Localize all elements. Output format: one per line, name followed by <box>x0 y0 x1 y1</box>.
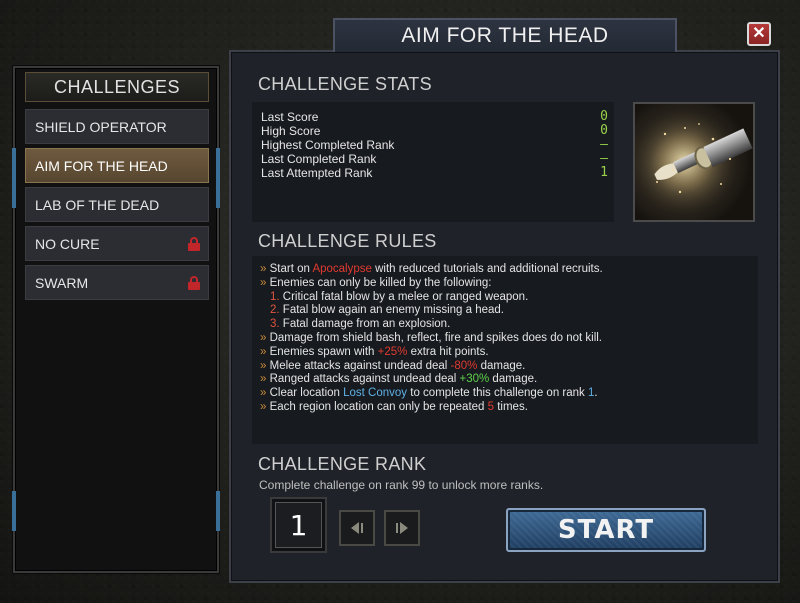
stat-label: Last Attempted Rank <box>261 166 373 180</box>
stat-value: – <box>600 151 608 166</box>
stat-row: Last Completed Rank – <box>261 151 608 167</box>
rank-display: 1 <box>270 497 327 553</box>
rule-subitem: 3. Fatal damage from an explosion. <box>270 318 451 331</box>
stat-label: Last Score <box>261 110 319 124</box>
stat-label: Last Completed Rank <box>261 152 377 166</box>
stat-value: – <box>600 137 608 152</box>
stat-row: High Score 0 <box>261 123 608 139</box>
stat-row: Last Score 0 <box>261 109 608 125</box>
rules-box: » Start on Apocalypse with reduced tutor… <box>252 256 758 444</box>
challenge-item-label: NO CURE <box>35 235 100 252</box>
stat-value: 0 <box>600 123 608 138</box>
stat-label: Highest Completed Rank <box>261 138 395 152</box>
challenge-item-label: SWARM <box>35 274 89 291</box>
rule-item: » Each region location can only be repea… <box>260 400 528 413</box>
challenge-list: SHIELD OPERATOR AIM FOR THE HEAD LAB OF … <box>25 109 209 304</box>
challenge-item-label: AIM FOR THE HEAD <box>35 157 168 174</box>
rule-item: » Start on Apocalypse with reduced tutor… <box>260 263 603 275</box>
rank-description: Complete challenge on rank 99 to unlock … <box>259 478 544 492</box>
rules-title: CHALLENGE RULES <box>258 231 437 251</box>
window-title: AIM FOR THE HEAD <box>333 18 677 52</box>
challenge-item-label: LAB OF THE DEAD <box>35 196 160 213</box>
lock-icon <box>188 275 200 290</box>
challenge-item-no-cure[interactable]: NO CURE <box>25 226 209 261</box>
challenge-item-shield-operator[interactable]: SHIELD OPERATOR <box>25 109 209 144</box>
start-button[interactable]: START <box>506 508 706 552</box>
rule-item: » Ranged attacks against undead deal +30… <box>260 373 538 386</box>
chevron-left-icon <box>351 522 363 534</box>
stat-value: 1 <box>600 165 608 180</box>
stats-box: Last Score 0 High Score 0 Highest Comple… <box>252 102 614 222</box>
rank-prev-button[interactable] <box>339 510 375 546</box>
rank-value: 1 <box>275 502 322 548</box>
rule-item: » Enemies spawn with +25% extra hit poin… <box>260 345 489 358</box>
rank-title: CHALLENGE RANK <box>258 454 427 474</box>
stat-value: 0 <box>600 109 608 124</box>
challenges-panel: CHALLENGES SHIELD OPERATOR AIM FOR THE H… <box>12 66 220 573</box>
chevron-right-icon <box>396 522 408 534</box>
challenge-item-label: SHIELD OPERATOR <box>35 118 167 135</box>
rule-item: » Damage from shield bash, reflect, fire… <box>260 331 602 344</box>
stats-title: CHALLENGE STATS <box>258 74 432 94</box>
bullet-icon <box>635 104 753 220</box>
rule-item: » Clear location Lost Convoy to complete… <box>260 387 598 400</box>
challenge-image <box>633 102 755 222</box>
challenge-item-aim-for-the-head[interactable]: AIM FOR THE HEAD <box>25 148 209 183</box>
rule-item: » Enemies can only be killed by the foll… <box>260 276 492 289</box>
rule-item: » Melee attacks against undead deal -80%… <box>260 359 526 372</box>
stat-label: High Score <box>261 124 321 138</box>
rule-subitem: 2. Fatal blow again an enemy missing a h… <box>270 304 504 317</box>
challenge-item-swarm[interactable]: SWARM <box>25 265 209 300</box>
stat-row: Last Attempted Rank 1 <box>261 165 608 181</box>
challenge-item-lab-of-the-dead[interactable]: LAB OF THE DEAD <box>25 187 209 222</box>
challenges-header: CHALLENGES <box>25 72 209 102</box>
lock-icon <box>188 236 200 251</box>
stat-row: Highest Completed Rank – <box>261 137 608 153</box>
rule-subitem: 1. Critical fatal blow by a melee or ran… <box>270 290 529 303</box>
rank-next-button[interactable] <box>384 510 420 546</box>
close-button[interactable]: ✕ <box>747 22 771 46</box>
